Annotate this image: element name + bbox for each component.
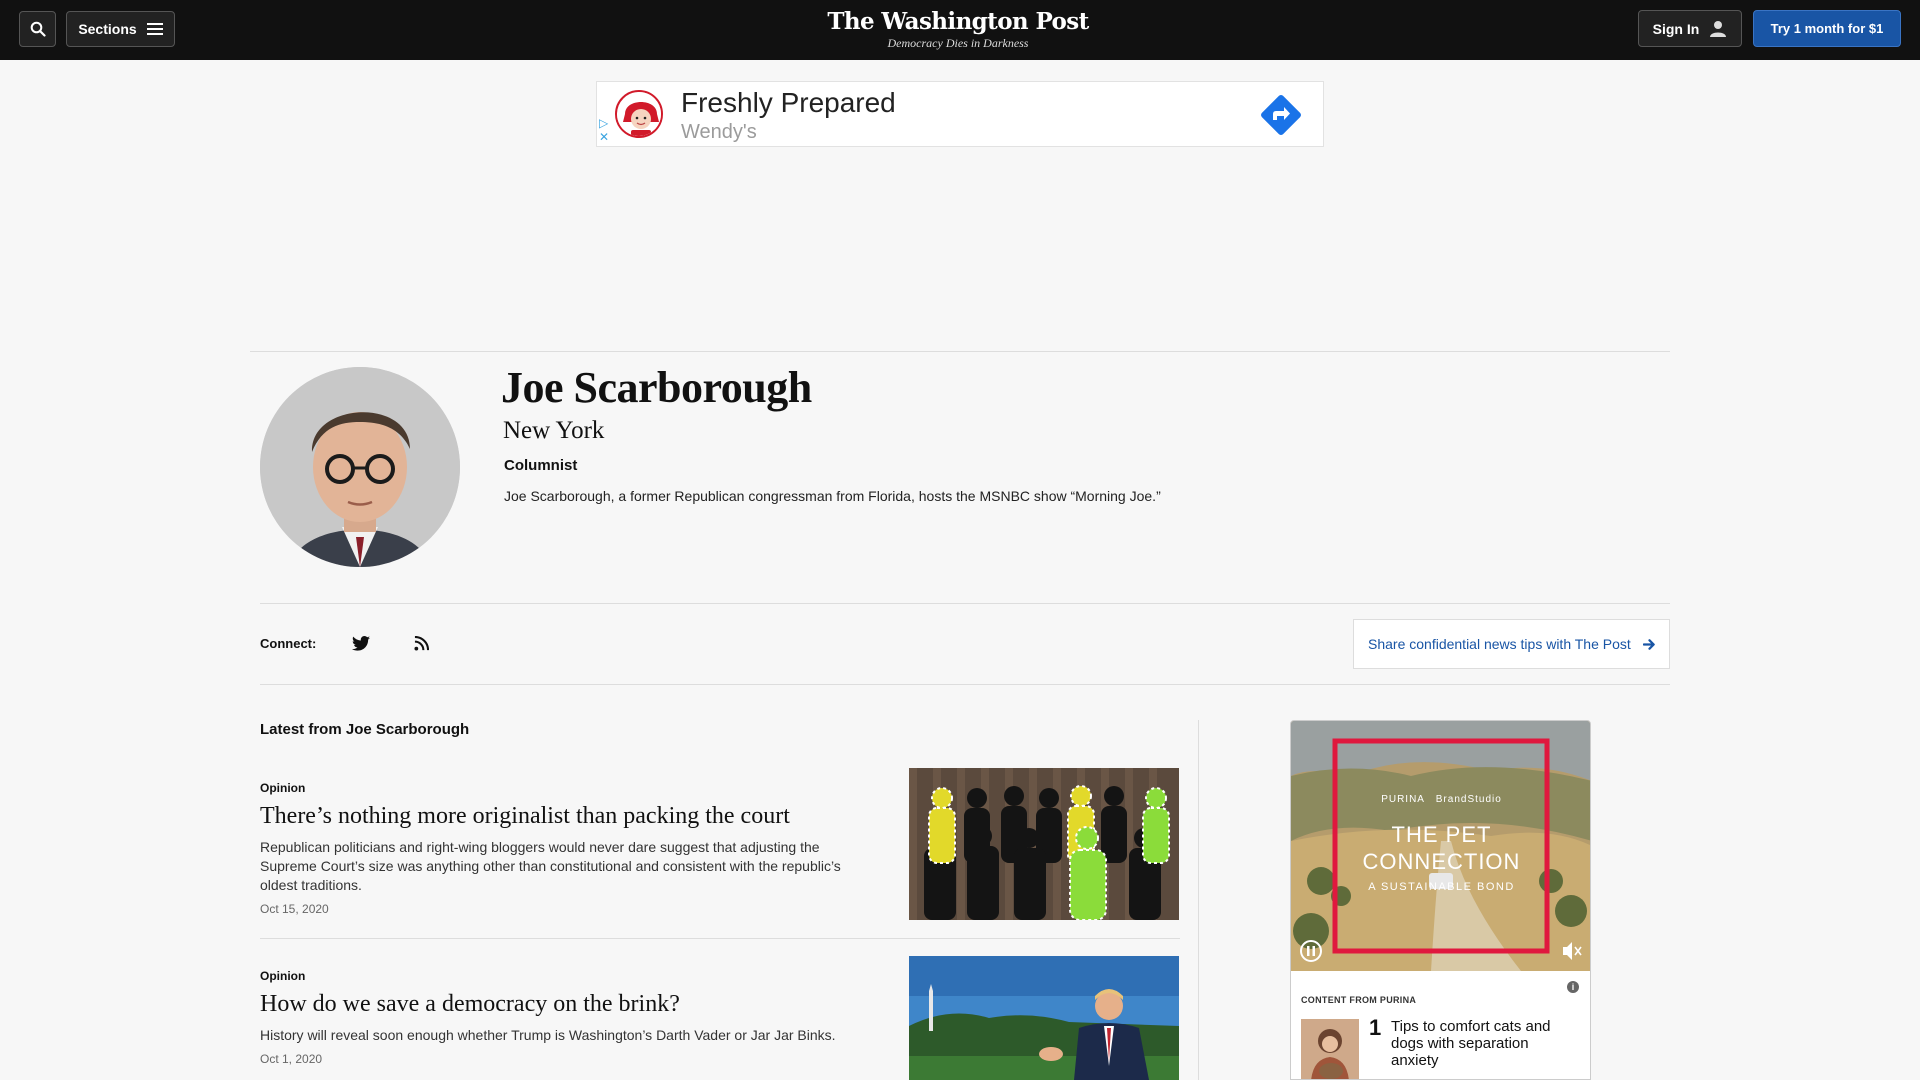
sign-in-button[interactable]: Sign In <box>1638 10 1742 47</box>
author-name: Joe Scarborough <box>501 363 812 412</box>
arrow-right-icon <box>1642 638 1655 650</box>
ad-video[interactable]: PURINA BrandStudio THE PET CONNECTION A … <box>1291 721 1590 971</box>
search-icon <box>30 21 46 37</box>
top-nav-bar: Sections The Washington Post Democracy D… <box>0 0 1920 60</box>
divider <box>260 684 1670 685</box>
divider <box>260 603 1670 604</box>
ad-item-text[interactable]: Tips to comfort cats and dogs with separ… <box>1391 1018 1571 1069</box>
sign-in-label: Sign In <box>1652 20 1700 37</box>
advertiser-logo <box>615 90 663 138</box>
ad-banner[interactable]: ▷ ✕ Freshly Prepared Wendy's <box>596 81 1324 147</box>
ad-title: Freshly Prepared <box>681 87 896 118</box>
news-tips-button[interactable]: Share confidential news tips with The Po… <box>1353 619 1670 669</box>
purina-logo: PURINA <box>1381 794 1425 805</box>
article-date: Oct 1, 2020 <box>260 1052 323 1066</box>
ad-headline: THE PET CONNECTION <box>1362 822 1521 874</box>
info-icon[interactable]: i <box>1567 981 1579 993</box>
brandstudio-logo: BrandStudio <box>1435 794 1502 805</box>
ad-subhead: A SUSTAINABLE BOND <box>1368 881 1515 893</box>
ad-advertiser: Wendy's <box>681 121 757 143</box>
masthead-title: The Washington Post <box>827 8 1089 35</box>
masthead-tagline: Democracy Dies in Darkness <box>887 36 1029 50</box>
article-blurb: History will reveal soon enough whether … <box>260 1027 836 1043</box>
masthead-logo[interactable]: The Washington Post Democracy Dies in Da… <box>810 8 1106 50</box>
directions-arrow-icon[interactable] <box>1256 90 1306 140</box>
divider <box>250 351 1670 352</box>
ad-item-number: 1 <box>1369 1015 1382 1040</box>
author-bio: Joe Scarborough, a former Republican con… <box>504 488 1161 504</box>
column-divider <box>1198 720 1199 1080</box>
sponsored-side-ad[interactable]: PURINA BrandStudio THE PET CONNECTION A … <box>1290 720 1591 1080</box>
article-thumbnail[interactable] <box>909 768 1179 920</box>
search-button[interactable] <box>19 11 56 47</box>
article-kicker[interactable]: Opinion <box>260 780 305 796</box>
trial-label: Try 1 month for $1 <box>1770 21 1884 36</box>
news-tips-label: Share confidential news tips with The Po… <box>1368 636 1631 652</box>
user-icon <box>1710 20 1727 37</box>
article-headline[interactable]: There’s nothing more originalist than pa… <box>260 801 790 831</box>
sponsor-label: CONTENT FROM PURINA <box>1301 995 1417 1005</box>
ad-choices-icon[interactable]: ▷ ✕ <box>599 116 613 144</box>
connect-label: Connect: <box>260 636 317 651</box>
author-photo <box>260 367 460 567</box>
feed-title: Latest from Joe Scarborough <box>260 721 470 738</box>
author-role: Columnist <box>504 457 578 474</box>
sections-label: Sections <box>78 21 137 37</box>
divider <box>260 938 1180 939</box>
ad-item-thumbnail[interactable] <box>1301 1019 1359 1079</box>
sections-button[interactable]: Sections <box>66 11 175 47</box>
article-date: Oct 15, 2020 <box>260 902 329 916</box>
twitter-icon[interactable] <box>350 632 372 654</box>
rss-icon[interactable] <box>410 632 432 654</box>
author-location: New York <box>503 417 605 444</box>
hamburger-menu-icon <box>146 23 163 35</box>
article-thumbnail[interactable] <box>909 956 1179 1080</box>
article-headline[interactable]: How do we save a democracy on the brink? <box>260 989 680 1019</box>
article-kicker[interactable]: Opinion <box>260 968 305 984</box>
subscribe-trial-button[interactable]: Try 1 month for $1 <box>1753 10 1901 47</box>
ad-brand-line: PURINA BrandStudio <box>1291 794 1590 805</box>
article-blurb: Republican politicians and right-wing bl… <box>260 839 841 893</box>
